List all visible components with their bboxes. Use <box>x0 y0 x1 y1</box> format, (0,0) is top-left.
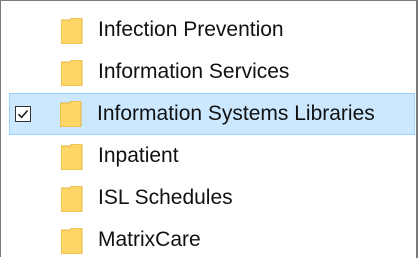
folder-icon <box>60 59 83 87</box>
folder-icon <box>59 100 82 128</box>
tree-item-label: Infection Prevention <box>98 18 284 41</box>
folder-icon <box>60 185 83 213</box>
checkmark-icon <box>17 109 29 119</box>
folder-icon <box>60 17 83 45</box>
tree-item-infection-prevention[interactable]: Infection Prevention <box>1 9 417 51</box>
tree-item-information-services[interactable]: Information Services <box>1 51 417 93</box>
tree-item-label: Inpatient <box>98 144 179 167</box>
tree-item-information-systems-libraries[interactable]: Information Systems Libraries <box>9 93 415 135</box>
tree-item-isl-schedules[interactable]: ISL Schedules <box>1 177 417 219</box>
tree-item-matrixcare[interactable]: MatrixCare <box>1 219 417 261</box>
tree-item-label: MatrixCare <box>98 228 201 251</box>
item-checkbox[interactable] <box>15 106 31 122</box>
folder-tree: Infection Prevention Information Service… <box>1 9 417 261</box>
folder-tree-pane: Infection Prevention Information Service… <box>0 0 418 258</box>
tree-item-label: ISL Schedules <box>98 186 233 209</box>
tree-item-label: Information Services <box>98 60 290 83</box>
tree-item-inpatient[interactable]: Inpatient <box>1 135 417 177</box>
folder-icon <box>60 143 83 171</box>
folder-icon <box>60 227 83 255</box>
tree-item-label: Information Systems Libraries <box>97 102 375 125</box>
